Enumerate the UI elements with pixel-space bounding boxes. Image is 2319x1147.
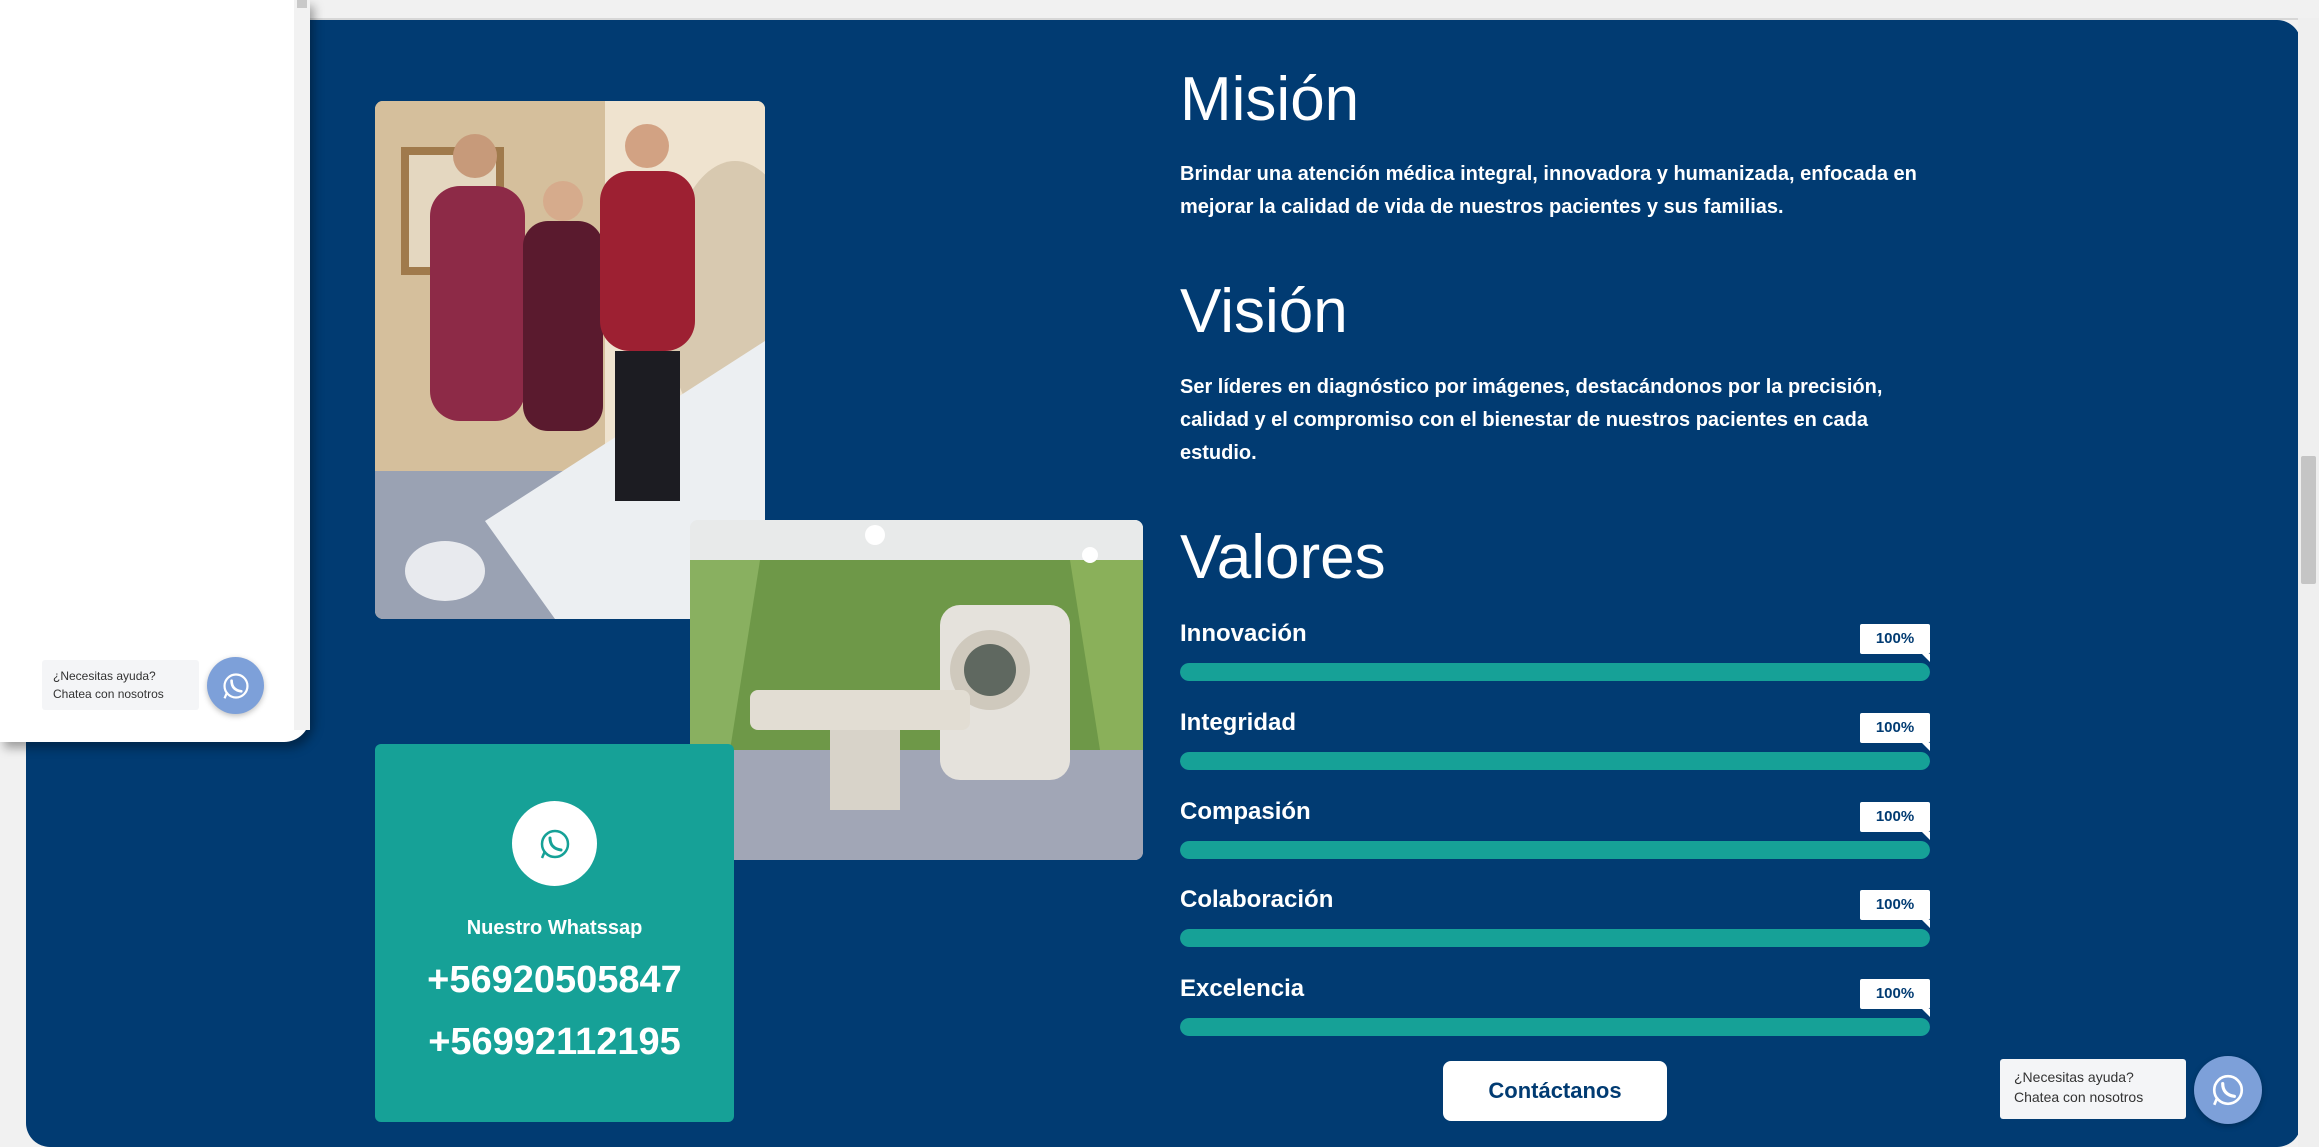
mission-vision-section [26,20,2301,1147]
page-top-strip [0,0,2319,20]
whatsapp-label: Nuestro Whatssap [466,917,643,939]
progress-fill [1180,663,1930,681]
value-progress-bar [1180,752,1930,770]
value-label-colaboracion: Colaboración [1180,886,1334,913]
whatsapp-card: Nuestro Whatssap +56920505847 +569921121… [375,744,734,1122]
whatsapp-icon[interactable] [512,801,597,886]
popup-scrollbar-thumb[interactable] [297,0,307,8]
progress-fill [1180,841,1930,859]
scanner-room-photo [690,520,1143,860]
value-label-excelencia: Excelencia [1180,975,1305,1002]
whatsapp-icon [2212,1074,2244,1106]
value-percent-badge: 100% [1860,713,1930,751]
chat-popup-panel: ¿Necesitas ayuda? Chatea con nosotros [0,0,310,742]
popup-chat-help-box[interactable]: ¿Necesitas ayuda? Chatea con nosotros [42,660,199,710]
mission-text: Brindar una atención médica integral, in… [1180,163,1917,218]
value-progress-bar [1180,663,1930,681]
value-label-compasion: Compasión [1180,798,1311,825]
value-label-innovacion: Innovación [1180,620,1307,647]
page-scrollbar-thumb[interactable] [2301,456,2316,584]
popup-scrollbar[interactable] [294,0,310,730]
vision-title: Visión [1180,277,1348,346]
chat-help-line1: ¿Necesitas ayuda? [2014,1069,2134,1085]
popup-chat-help-line2: Chatea con nosotros [53,687,164,701]
progress-fill [1180,752,1930,770]
chat-help-box[interactable]: ¿Necesitas ayuda? Chatea con nosotros [2000,1059,2186,1119]
popup-whatsapp-button[interactable] [207,657,264,714]
value-percent-badge: 100% [1860,890,1930,928]
value-percent-badge: 100% [1860,979,1930,1017]
value-progress-bar [1180,1018,1930,1036]
contact-button[interactable]: Contáctanos [1443,1061,1667,1121]
progress-fill [1180,929,1930,947]
value-percent-badge: 100% [1860,624,1930,662]
value-label-integridad: Integridad [1180,709,1297,736]
value-percent-badge: 100% [1860,802,1930,840]
values-title: Valores [1180,523,1386,592]
value-progress-bar [1180,929,1930,947]
whatsapp-chat-button[interactable] [2194,1056,2262,1124]
popup-chat-help-line1: ¿Necesitas ayuda? [53,669,156,683]
phone-number-2[interactable]: +56992112195 [375,1021,734,1064]
value-progress-bar [1180,841,1930,859]
phone-number-1[interactable]: +56920505847 [375,959,734,1002]
mission-title: Misión [1180,65,1360,134]
whatsapp-icon [222,672,249,699]
vision-text: Ser líderes en diagnóstico por imágenes,… [1180,376,1883,464]
progress-fill [1180,1018,1930,1036]
chat-help-line2: Chatea con nosotros [2014,1089,2144,1105]
